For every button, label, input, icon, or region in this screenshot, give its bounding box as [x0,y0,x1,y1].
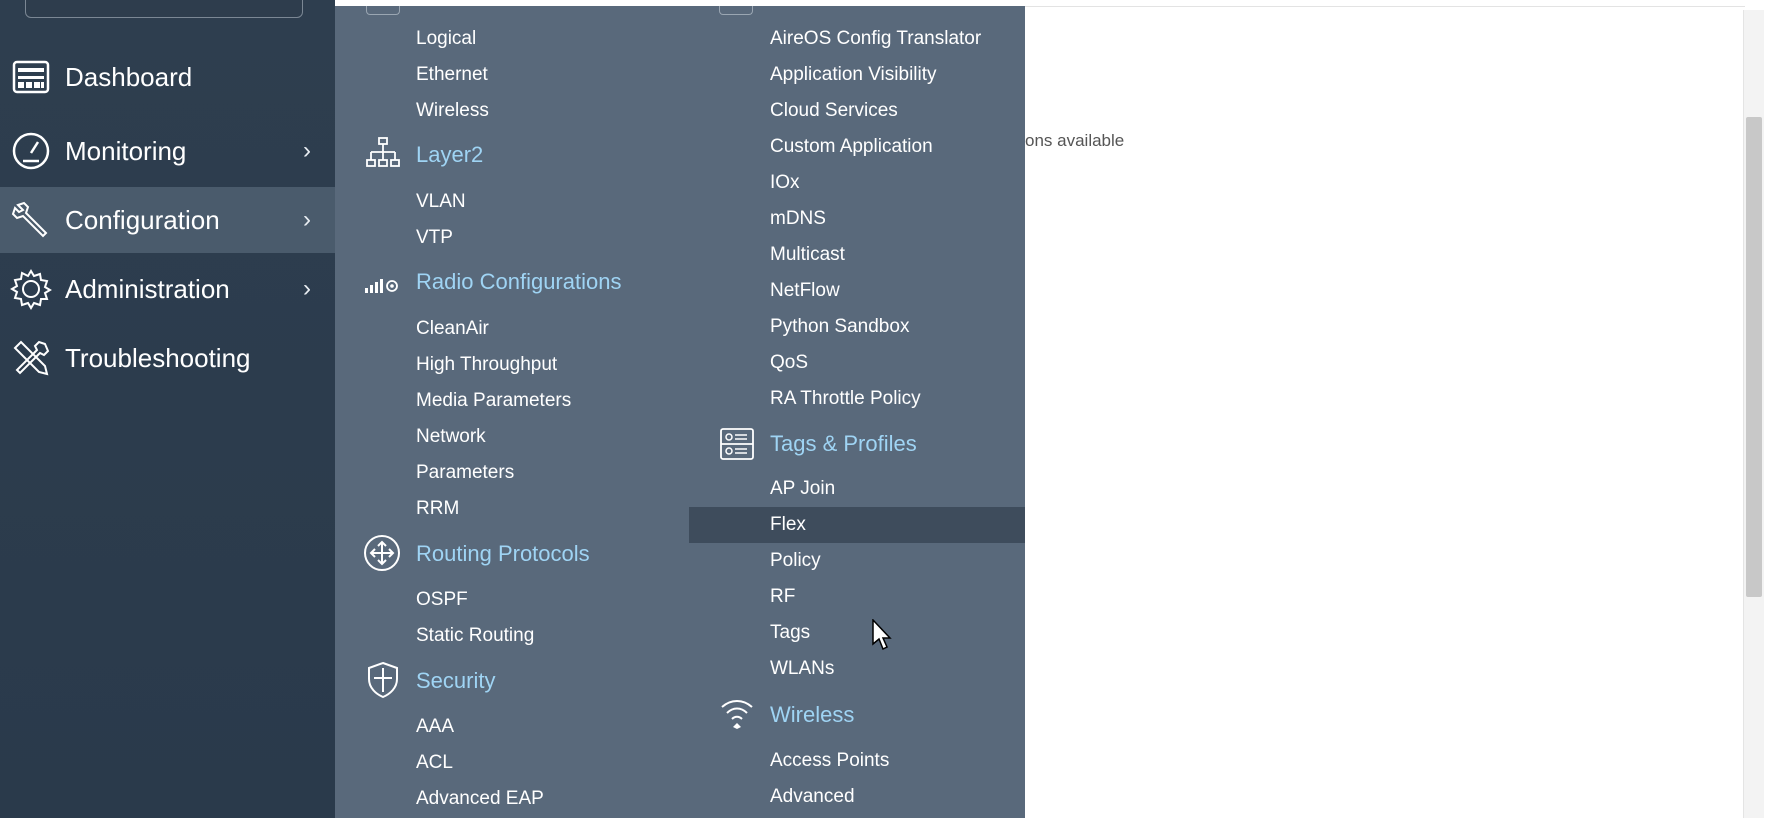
menu-link-ethernet[interactable]: Ethernet [416,64,488,86]
hover-highlight [689,507,1025,543]
menu-link-logical[interactable]: Logical [416,28,476,50]
tags-profiles-icon [718,425,756,463]
nav-configuration[interactable]: Configuration › [0,187,335,253]
menu-link-rf[interactable]: RF [770,586,795,608]
menu-link-advanced-eap[interactable]: Advanced EAP [416,788,544,810]
nav-dashboard[interactable]: Dashboard [0,44,335,110]
menu-link-ospf[interactable]: OSPF [416,589,468,611]
nav-monitoring-label: Monitoring [65,135,187,166]
menu-link-python-sandbox[interactable]: Python Sandbox [770,316,909,338]
nav-configuration-label: Configuration [65,204,220,235]
routing-icon [363,534,401,572]
menu-link-qos[interactable]: QoS [770,352,808,374]
configuration-flyout-menu [335,6,1025,818]
menu-link-vtp[interactable]: VTP [416,227,453,249]
menu-link-wireless-interface[interactable]: Wireless [416,100,489,122]
chevron-right-icon: › [303,275,311,302]
menu-link-tags[interactable]: Tags [770,622,810,644]
nav-troubleshooting-label: Troubleshooting [65,342,251,373]
sidebar-search-box[interactable] [25,0,303,18]
tools-icon [10,337,52,379]
menu-link-wlans[interactable]: WLANs [770,658,834,680]
interface-section-stub [366,6,400,15]
menu-link-flex[interactable]: Flex [770,514,806,536]
dashboard-icon [10,56,52,98]
menu-link-iox[interactable]: IOx [770,172,800,194]
menu-link-cloud-services[interactable]: Cloud Services [770,100,898,122]
menu-link-high-throughput[interactable]: High Throughput [416,354,557,376]
section-title-routing-protocols: Routing Protocols [416,541,590,566]
menu-link-netflow[interactable]: NetFlow [770,280,840,302]
menu-link-multicast[interactable]: Multicast [770,244,845,266]
section-title-wireless: Wireless [770,702,855,727]
menu-link-aireos-config-translator[interactable]: AireOS Config Translator [770,28,981,50]
menu-link-acl[interactable]: ACL [416,752,453,774]
menu-link-cleanair[interactable]: CleanAir [416,318,489,340]
wifi-icon [718,694,756,732]
chevron-right-icon: › [303,206,311,233]
menu-link-ra-throttle-policy[interactable]: RA Throttle Policy [770,388,921,410]
gauge-icon [10,130,52,172]
section-title-tags-profiles: Tags & Profiles [770,431,917,456]
menu-link-network[interactable]: Network [416,426,486,448]
network-hierarchy-icon [364,135,402,173]
radio-signal-icon [363,266,401,304]
nav-administration[interactable]: Administration › [0,256,335,322]
scrollbar-thumb[interactable] [1746,117,1762,597]
menu-link-mdns[interactable]: mDNS [770,208,826,230]
menu-link-media-parameters[interactable]: Media Parameters [416,390,571,412]
menu-link-access-points[interactable]: Access Points [770,750,889,772]
menu-link-policy[interactable]: Policy [770,550,821,572]
shield-icon [364,661,402,699]
section-title-security: Security [416,668,496,693]
menu-link-application-visibility[interactable]: Application Visibility [770,64,937,86]
menu-link-ap-join[interactable]: AP Join [770,478,835,500]
menu-link-vlan[interactable]: VLAN [416,191,466,213]
menu-link-custom-application[interactable]: Custom Application [770,136,933,158]
section-title-layer2: Layer2 [416,142,484,167]
services-section-stub [719,6,753,15]
section-title-radio-configurations: Radio Configurations [416,269,622,294]
content-top-border [1025,6,1745,7]
menu-link-advanced[interactable]: Advanced [770,786,855,808]
nav-dashboard-label: Dashboard [65,61,193,92]
content-status-text: ons available [1025,131,1125,150]
nav-monitoring[interactable]: Monitoring › [0,118,335,184]
menu-link-parameters[interactable]: Parameters [416,462,514,484]
wrench-icon [10,199,52,241]
mouse-pointer-icon [872,618,892,651]
menu-link-aaa[interactable]: AAA [416,716,454,738]
chevron-right-icon: › [303,137,311,164]
menu-link-static-routing[interactable]: Static Routing [416,625,534,647]
menu-link-rrm[interactable]: RRM [416,498,459,520]
main-sidebar: Dashboard Monitoring › Configuration › A… [0,0,335,818]
gear-icon [10,268,52,310]
nav-administration-label: Administration [65,273,230,304]
nav-troubleshooting[interactable]: Troubleshooting [0,325,335,391]
